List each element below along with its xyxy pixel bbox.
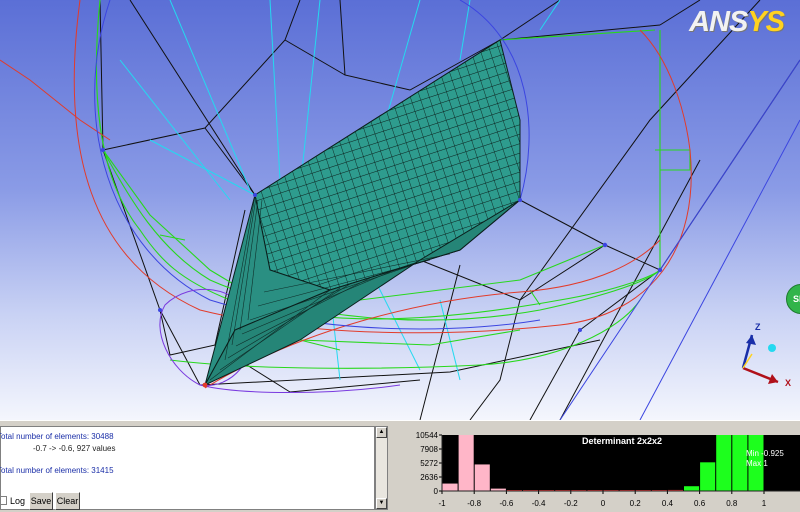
histogram-bar [442,483,458,491]
graphics-viewport[interactable]: ANSYS Sl Z X [0,0,800,420]
x-tick-label: -0.8 [467,499,481,508]
arrow-down-icon[interactable]: ▼ [376,498,387,509]
log-line: Total number of elements: 30488 [0,432,114,441]
x-tick-label: 0.4 [662,499,674,508]
mesh-scene [0,0,800,420]
log-scrollbar[interactable]: ▲ ▼ [375,426,388,510]
histogram-title: Determinant 2x2x2 [582,436,662,446]
histogram-min-label: Min -0.925 [746,449,784,458]
clear-button[interactable]: Clear [55,492,80,510]
x-tick-label: 0 [601,499,606,508]
histogram-bar [700,462,716,491]
x-tick-label: -0.2 [564,499,578,508]
log-checkbox[interactable] [0,496,7,505]
y-tick-label: 0 [434,487,439,496]
determinant-histogram: 10544 7908 5272 2636 0 -1 -0.8 -0.6 -0.4 -0.2 0 0.… [416,431,800,508]
y-tick-label: 10544 [416,431,439,440]
histogram-bar [474,464,490,491]
y-tick-label: 5272 [420,459,438,468]
histogram-bar [458,435,474,491]
ansys-logo: ANSYS [689,6,785,38]
y-tick-label: 7908 [420,445,438,454]
histogram-bar [684,486,700,491]
x-tick-label: -1 [438,499,446,508]
meshed-body [203,39,521,387]
histogram-bar [716,435,732,491]
axis-triad [741,334,779,384]
save-button[interactable]: Save [29,492,53,510]
x-tick-label: 0.2 [630,499,642,508]
triad-x-label: X [785,378,792,388]
arrow-up-icon[interactable]: ▲ [376,427,387,438]
triad-z-label: Z [755,322,761,332]
log-checkbox-label: Log [10,496,26,506]
y-tick-label: 2636 [420,473,438,482]
x-tick-label: 0.6 [694,499,706,508]
log-line: Total number of elements: 31415 [0,466,114,475]
x-tick-label: -0.6 [500,499,514,508]
histogram-max-label: Max 1 [746,459,768,468]
x-tick-label: -0.4 [532,499,546,508]
log-line: -0.7 -> -0.6, 927 values [33,444,116,453]
x-tick-label: 0.8 [726,499,738,508]
x-tick-label: 1 [762,499,767,508]
